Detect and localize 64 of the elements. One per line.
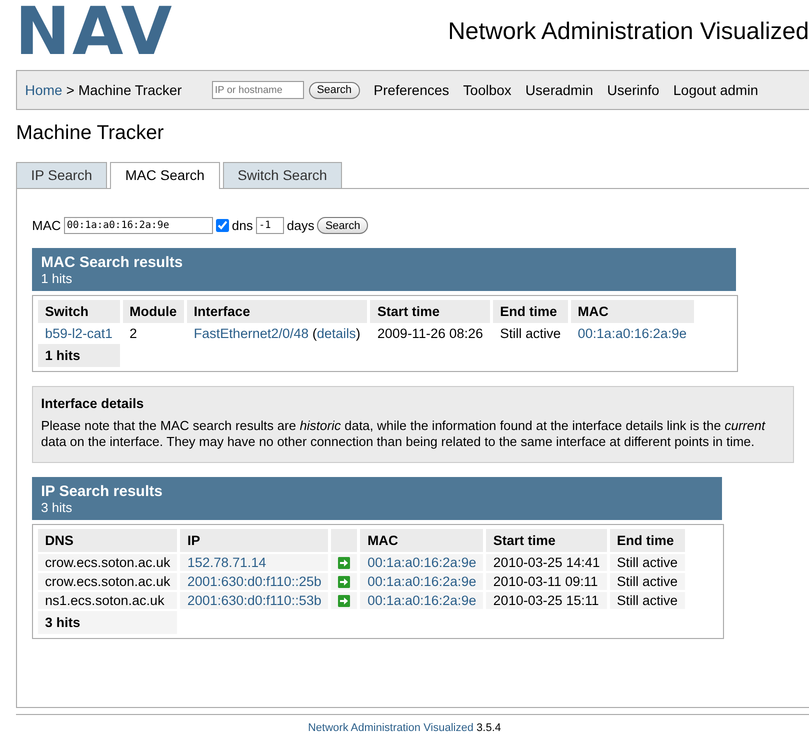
table-link[interactable]: 00:1a:a0:16:2a:9e	[578, 326, 687, 341]
column-header: End time	[610, 529, 685, 552]
table-cell: crow.ecs.soton.ac.uk	[38, 573, 178, 590]
days-field[interactable]: -1	[256, 217, 284, 234]
hits-footer: 3 hits	[38, 611, 178, 634]
search-button[interactable]: Search	[317, 217, 368, 234]
page-title: Machine Tracker	[16, 122, 165, 145]
hits-footer: 1 hits	[38, 344, 120, 367]
parenthesis: (	[311, 326, 317, 341]
hits-count: 1 hits	[41, 271, 74, 286]
table-cell-text: Still active	[499, 325, 562, 342]
results-title: MAC Search results	[41, 254, 184, 271]
interface-link[interactable]: FastEthernet2/0/48	[194, 326, 309, 341]
logo[interactable]: NAV	[15, 2, 174, 62]
table-cell: Still active	[610, 554, 685, 571]
dns-checkbox[interactable]	[216, 219, 229, 232]
parenthesis: )	[356, 326, 360, 341]
column-header: Start time	[370, 300, 490, 323]
column-header: End time	[493, 300, 568, 323]
table-cell: crow.ecs.soton.ac.uk	[38, 554, 178, 571]
arrow-icon[interactable]	[338, 576, 350, 588]
tab[interactable]: IP Search	[16, 162, 108, 188]
table-cell: Still active	[610, 573, 685, 590]
search-field[interactable]: IP or hostname	[212, 81, 304, 99]
results-title: IP Search results	[41, 483, 164, 500]
table-cell: ns1.ecs.soton.ac.uk	[38, 592, 178, 609]
nav-link[interactable]: Logout admin	[673, 82, 758, 98]
site-title: Network Administration Visualized	[448, 18, 809, 46]
column-header: Module	[122, 300, 184, 323]
column-header: Start time	[486, 529, 607, 552]
info-text: Please note that the MAC search results are historic data, while the information found at the interface details link is the current data on the interface. They may have no other connection than being related to the same interface at different points in time.	[41, 418, 766, 450]
version-text: 3.5.4	[476, 722, 501, 734]
column-header: IP	[180, 529, 328, 552]
table-cell: 2010-03-25 15:11	[486, 592, 607, 609]
arrow-icon[interactable]	[338, 594, 350, 606]
nav-link[interactable]: Preferences	[374, 82, 450, 98]
tab[interactable]: MAC Search	[110, 162, 220, 189]
info-title: Interface details	[41, 396, 145, 412]
tab[interactable]: Switch Search	[222, 162, 342, 188]
search-button[interactable]: Search	[308, 82, 360, 98]
home-link[interactable]: Home	[25, 82, 62, 98]
table-cell-text: 2009-11-26 08:26	[376, 325, 484, 342]
field-label: MAC	[32, 218, 61, 233]
table-cell: Still active	[610, 592, 685, 609]
nav-link[interactable]: Userinfo	[607, 82, 660, 98]
column-header: MAC	[570, 300, 694, 323]
nav-link[interactable]: Useradmin	[525, 82, 594, 98]
arrow-icon[interactable]	[338, 556, 350, 568]
table-link[interactable]: b59-l2-cat1	[45, 326, 113, 341]
column-header: MAC	[360, 529, 484, 552]
table-cell-text: 2	[128, 325, 138, 342]
interface-link[interactable]: details	[316, 326, 356, 341]
column-header: Interface	[186, 300, 368, 323]
column-header: DNS	[38, 529, 178, 552]
table-cell: 2010-03-11 09:11	[486, 573, 607, 590]
field-label: days	[286, 218, 314, 233]
nav-link[interactable]: Toolbox	[463, 82, 512, 98]
breadcrumb: > Machine Tracker	[66, 82, 182, 98]
checkbox-label: dns	[232, 218, 253, 233]
table-cell: 2010-03-25 14:41	[486, 554, 607, 571]
footer-link[interactable]: Network Administration Visualized	[308, 722, 474, 734]
hits-count: 3 hits	[41, 500, 74, 515]
column-header: Switch	[38, 300, 120, 323]
mac-field[interactable]: 00:1a:a0:16:2a:9e	[64, 217, 213, 234]
